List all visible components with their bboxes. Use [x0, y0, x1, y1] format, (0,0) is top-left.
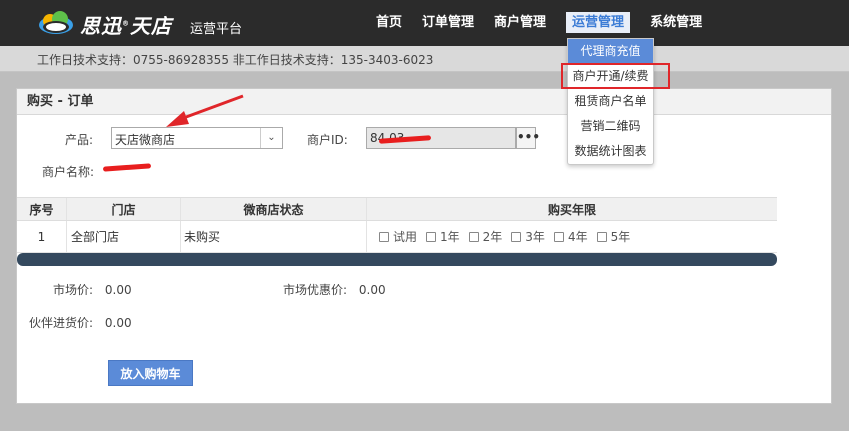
product-select[interactable]: 天店微商店 ⌄ — [111, 127, 283, 149]
brand-subtitle: 运营平台 — [190, 22, 243, 37]
table-row: 1 全部门店 未购买 试用 1年 2年 3年 4年 5年 — [17, 221, 777, 253]
checkbox-icon — [379, 231, 389, 242]
top-navbar: 思迅®天店 运营平台 首页 订单管理 商户管理 运营管理 系统管理 — [0, 0, 849, 46]
year-option-1[interactable]: 1年 — [426, 228, 460, 245]
checkbox-icon — [596, 231, 607, 242]
main-nav: 首页 订单管理 商户管理 运营管理 系统管理 — [366, 0, 712, 46]
brand-logo-text: 思迅®天店 — [80, 14, 172, 38]
merchant-id-label: 商户ID: — [307, 133, 348, 147]
row-store: 全部门店 — [67, 221, 181, 252]
row-index: 1 — [17, 221, 67, 252]
col-header-index: 序号 — [17, 198, 67, 220]
merchant-name-label: 商户名称: — [42, 165, 95, 179]
checkbox-icon — [426, 231, 437, 242]
market-price-value: 0.00 — [104, 283, 132, 297]
merchant-id-field[interactable]: 84 03 — [366, 127, 516, 149]
col-header-status: 微商店状态 — [181, 198, 367, 220]
checkbox-icon — [468, 231, 479, 242]
year-option-4[interactable]: 4年 — [553, 228, 588, 245]
cloud-logo-icon — [39, 11, 73, 34]
checkbox-icon — [553, 231, 564, 242]
checkbox-icon — [511, 231, 522, 242]
discount-price: 市场优惠价: 0.00 — [283, 281, 386, 298]
partner-price: 伙伴进货价: 0.00 — [29, 314, 132, 331]
menu-item-marketing-qr[interactable]: 营销二维码 — [568, 114, 653, 139]
years-options: 试用 1年 2年 3年 4年 5年 — [367, 221, 777, 252]
add-to-cart-button[interactable]: 放入购物车 — [108, 360, 193, 386]
chevron-down-icon: ⌄ — [260, 128, 282, 148]
panel-title: 购买 - 订单 — [17, 89, 831, 115]
operations-dropdown-menu: 代理商充值 商户开通/续费 租赁商户名单 营销二维码 数据统计图表 — [567, 38, 654, 165]
year-option-trial[interactable]: 试用 — [379, 228, 417, 245]
discount-price-value: 0.00 — [358, 283, 386, 297]
menu-item-stats-charts[interactable]: 数据统计图表 — [568, 139, 653, 164]
discount-price-label: 市场优惠价: — [283, 283, 348, 297]
col-header-store: 门店 — [67, 198, 181, 220]
table-header: 序号 门店 微商店状态 购买年限 — [17, 197, 777, 221]
year-option-2[interactable]: 2年 — [468, 228, 502, 245]
nav-home[interactable]: 首页 — [368, 0, 410, 46]
year-option-5[interactable]: 5年 — [596, 228, 630, 245]
market-price: 市场价: 0.00 — [53, 281, 132, 298]
nav-order-management[interactable]: 订单管理 — [414, 0, 482, 46]
highlight-box — [561, 63, 670, 89]
year-option-3[interactable]: 3年 — [511, 228, 545, 245]
product-label: 产品: — [65, 133, 94, 147]
market-price-label: 市场价: — [53, 283, 94, 297]
menu-item-agent-recharge[interactable]: 代理商充值 — [568, 39, 653, 64]
support-text: 工作日技术支持：0755-86928355 非工作日技术支持：135-3403-… — [37, 53, 434, 67]
menu-item-leased-merchants[interactable]: 租赁商户名单 — [568, 89, 653, 114]
merchant-lookup-button[interactable]: ••• — [516, 127, 540, 149]
row-status: 未购买 — [181, 221, 367, 252]
col-header-years: 购买年限 — [547, 202, 596, 217]
nav-merchant-management[interactable]: 商户管理 — [486, 0, 554, 46]
redaction-mark — [102, 163, 152, 172]
partner-price-label: 伙伴进货价: — [29, 316, 94, 330]
product-select-value: 天店微商店 — [115, 133, 176, 147]
partner-price-value: 0.00 — [104, 316, 132, 330]
support-bar: 工作日技术支持：0755-86928355 非工作日技术支持：135-3403-… — [0, 46, 849, 72]
horizontal-scrollbar[interactable] — [17, 253, 777, 266]
order-panel: 购买 - 订单 产品: 天店微商店 ⌄ 商户ID: 84 03 ••• 商户名称… — [16, 88, 832, 404]
